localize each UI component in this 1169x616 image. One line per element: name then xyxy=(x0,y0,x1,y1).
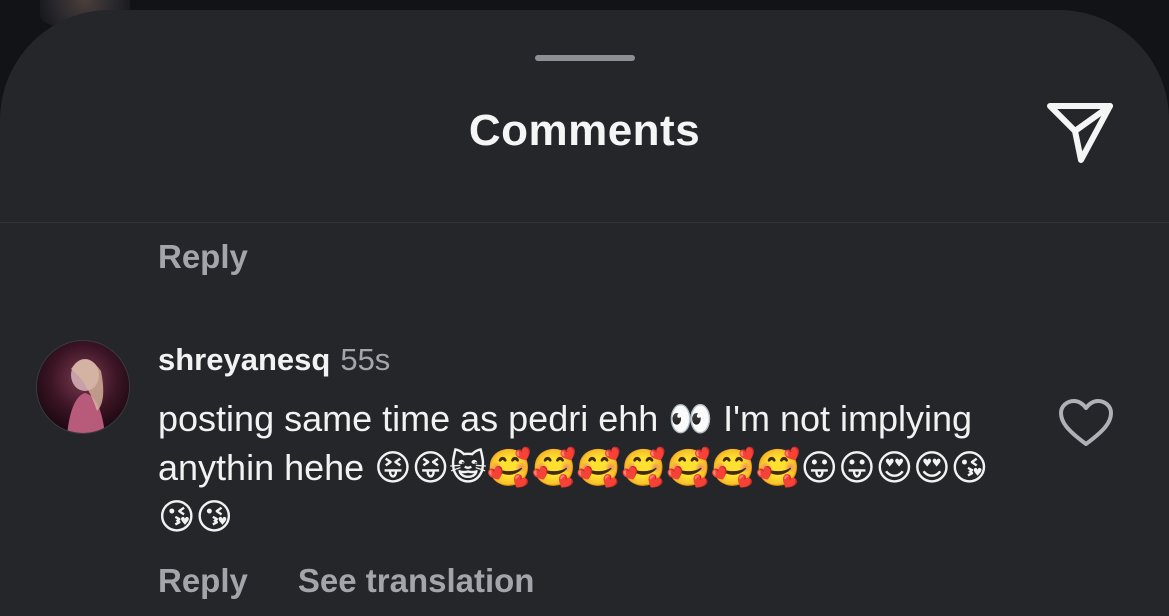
comment-actions: Reply See translation xyxy=(158,562,534,600)
avatar-image xyxy=(37,341,129,433)
see-translation-button[interactable]: See translation xyxy=(298,562,535,599)
header-divider xyxy=(0,222,1169,223)
sheet-drag-handle[interactable] xyxy=(535,55,635,61)
heart-outline-icon xyxy=(1059,399,1113,446)
sheet-title: Comments xyxy=(468,106,701,155)
comment-header: shreyanesq 55s xyxy=(158,342,390,378)
comments-sheet: Comments Reply shreyanesq 55s posting sa… xyxy=(0,10,1169,616)
avatar[interactable] xyxy=(36,340,130,434)
comment-username[interactable]: shreyanesq xyxy=(158,342,330,377)
comment-timestamp: 55s xyxy=(340,342,391,377)
paper-plane-icon xyxy=(1047,103,1113,163)
like-button[interactable] xyxy=(1057,398,1115,448)
previous-comment-reply-button[interactable]: Reply xyxy=(158,238,248,276)
share-button[interactable] xyxy=(1042,95,1118,171)
comment-body: posting same time as pedri ehh 👀 I'm not… xyxy=(158,398,989,537)
reply-button[interactable]: Reply xyxy=(158,562,248,599)
